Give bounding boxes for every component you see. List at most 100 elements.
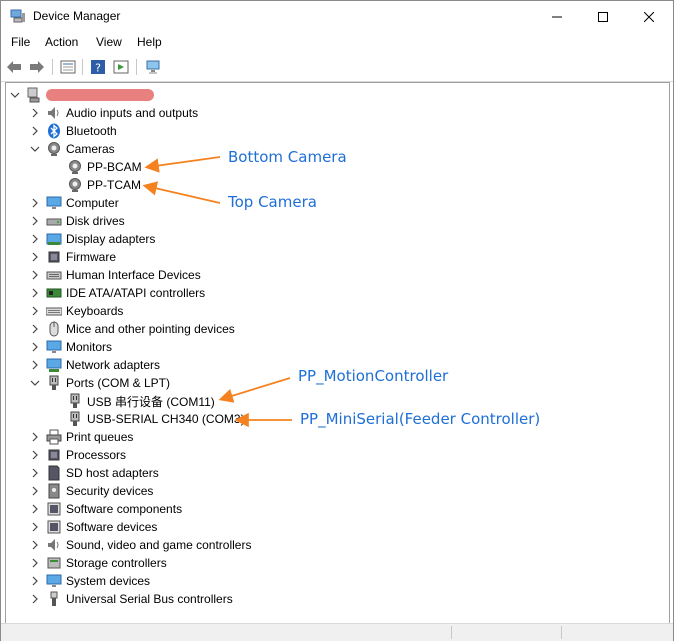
- chevron-right-icon[interactable]: [29, 359, 41, 371]
- properties-icon[interactable]: [59, 58, 77, 76]
- device-category[interactable]: Mice and other pointing devices: [29, 320, 235, 338]
- chevron-right-icon[interactable]: [29, 557, 41, 569]
- device-item[interactable]: USB 串行设备 (COM11): [50, 392, 215, 410]
- device-category[interactable]: Monitors: [29, 338, 112, 356]
- device-item[interactable]: PP-TCAM: [50, 176, 141, 194]
- security-icon: [46, 483, 62, 499]
- chevron-right-icon[interactable]: [29, 341, 41, 353]
- chevron-down-icon[interactable]: [29, 143, 41, 155]
- tree-item-label: Computer: [66, 196, 119, 210]
- device-item[interactable]: PP-BCAM: [50, 158, 142, 176]
- tree-item-label: Keyboards: [66, 304, 124, 318]
- title-bar: Device Manager: [1, 1, 673, 32]
- maximize-button[interactable]: [580, 1, 626, 32]
- device-category[interactable]: Cameras: [29, 140, 115, 158]
- tree-item-label: PP-TCAM: [87, 178, 141, 192]
- chevron-right-icon[interactable]: [29, 233, 41, 245]
- menu-view[interactable]: View: [96, 35, 122, 49]
- speaker-icon: [46, 537, 62, 553]
- bluetooth-icon: [46, 123, 62, 139]
- speaker-icon: [46, 105, 62, 121]
- chevron-right-icon[interactable]: [29, 521, 41, 533]
- redacted-computer-name: [46, 89, 154, 101]
- arrow-bottom-camera: [144, 156, 221, 173]
- forward-arrow-icon[interactable]: [28, 58, 46, 76]
- menu-file[interactable]: File: [11, 35, 30, 49]
- chevron-right-icon[interactable]: [29, 197, 41, 209]
- device-category[interactable]: SD host adapters: [29, 464, 159, 482]
- back-arrow-icon[interactable]: [5, 58, 23, 76]
- device-manager-app-icon: [10, 9, 26, 23]
- device-category[interactable]: Ports (COM & LPT): [29, 374, 170, 392]
- chevron-right-icon[interactable]: [29, 539, 41, 551]
- scan-hardware-icon[interactable]: [144, 58, 162, 76]
- device-category[interactable]: Network adapters: [29, 356, 160, 374]
- device-category[interactable]: Processors: [29, 446, 126, 464]
- device-category[interactable]: Software devices: [29, 518, 157, 536]
- device-category[interactable]: Software components: [29, 500, 182, 518]
- arrow-top-camera: [142, 181, 221, 204]
- device-category[interactable]: Storage controllers: [29, 554, 167, 572]
- camera-icon: [67, 177, 83, 193]
- device-category[interactable]: Audio inputs and outputs: [29, 104, 198, 122]
- chevron-right-icon[interactable]: [29, 125, 41, 137]
- camera-icon: [67, 159, 83, 175]
- tree-root[interactable]: [9, 86, 154, 104]
- chip-icon: [46, 249, 62, 265]
- chevron-right-icon[interactable]: [29, 287, 41, 299]
- chevron-right-icon[interactable]: [29, 323, 41, 335]
- port-icon: [67, 411, 83, 427]
- menu-action[interactable]: Action: [45, 35, 78, 49]
- device-category[interactable]: System devices: [29, 572, 150, 590]
- device-category[interactable]: Keyboards: [29, 302, 123, 320]
- chevron-right-icon[interactable]: [29, 467, 41, 479]
- tree-item-label: Processors: [66, 448, 127, 462]
- chevron-right-icon[interactable]: [29, 251, 41, 263]
- usb-icon: [46, 591, 62, 607]
- disk-icon: [46, 213, 62, 229]
- device-category[interactable]: Display adapters: [29, 230, 155, 248]
- chevron-right-icon[interactable]: [29, 269, 41, 281]
- tree-item-label: Display adapters: [66, 232, 156, 246]
- device-category[interactable]: Security devices: [29, 482, 153, 500]
- device-category[interactable]: Print queues: [29, 428, 133, 446]
- device-category[interactable]: Firmware: [29, 248, 116, 266]
- chevron-right-icon[interactable]: [29, 503, 41, 515]
- software-icon: [46, 501, 62, 517]
- tree-item-label: Audio inputs and outputs: [66, 106, 199, 120]
- chevron-right-icon[interactable]: [29, 305, 41, 317]
- menu-help[interactable]: Help: [137, 35, 162, 49]
- device-category[interactable]: Human Interface Devices: [29, 266, 201, 284]
- status-bar-separator: [451, 626, 452, 639]
- chevron-right-icon[interactable]: [29, 593, 41, 605]
- annotation-mini-serial: PP_MiniSerial(Feeder Controller): [300, 410, 541, 428]
- update-driver-icon[interactable]: [112, 58, 130, 76]
- help-icon[interactable]: ?: [89, 58, 107, 76]
- device-item[interactable]: USB-SERIAL CH340 (COM3): [50, 410, 245, 428]
- device-category[interactable]: IDE ATA/ATAPI controllers: [29, 284, 205, 302]
- chevron-right-icon[interactable]: [29, 449, 41, 461]
- tree-item-label: USB-SERIAL CH340 (COM3): [87, 412, 245, 426]
- chevron-right-icon[interactable]: [29, 107, 41, 119]
- menu-bar: File Action View Help: [1, 32, 673, 53]
- chevron-right-icon[interactable]: [29, 575, 41, 587]
- chevron-down-icon[interactable]: [29, 377, 41, 389]
- chevron-right-icon[interactable]: [29, 431, 41, 443]
- device-category[interactable]: Bluetooth: [29, 122, 117, 140]
- tree-item-label: Print queues: [66, 430, 134, 444]
- device-category[interactable]: Disk drives: [29, 212, 125, 230]
- chevron-right-icon[interactable]: [29, 215, 41, 227]
- chevron-down-icon[interactable]: [9, 89, 21, 101]
- chevron-right-icon[interactable]: [29, 485, 41, 497]
- device-category[interactable]: Universal Serial Bus controllers: [29, 590, 233, 608]
- device-category[interactable]: Computer: [29, 194, 119, 212]
- minimize-button[interactable]: [534, 1, 580, 32]
- chip-icon: [46, 447, 62, 463]
- device-category[interactable]: Sound, video and game controllers: [29, 536, 251, 554]
- device-manager-window: Device Manager File Action View Help ? A…: [0, 0, 674, 641]
- network-icon: [46, 357, 62, 373]
- close-button[interactable]: [626, 1, 672, 32]
- status-bar-separator: [561, 626, 562, 639]
